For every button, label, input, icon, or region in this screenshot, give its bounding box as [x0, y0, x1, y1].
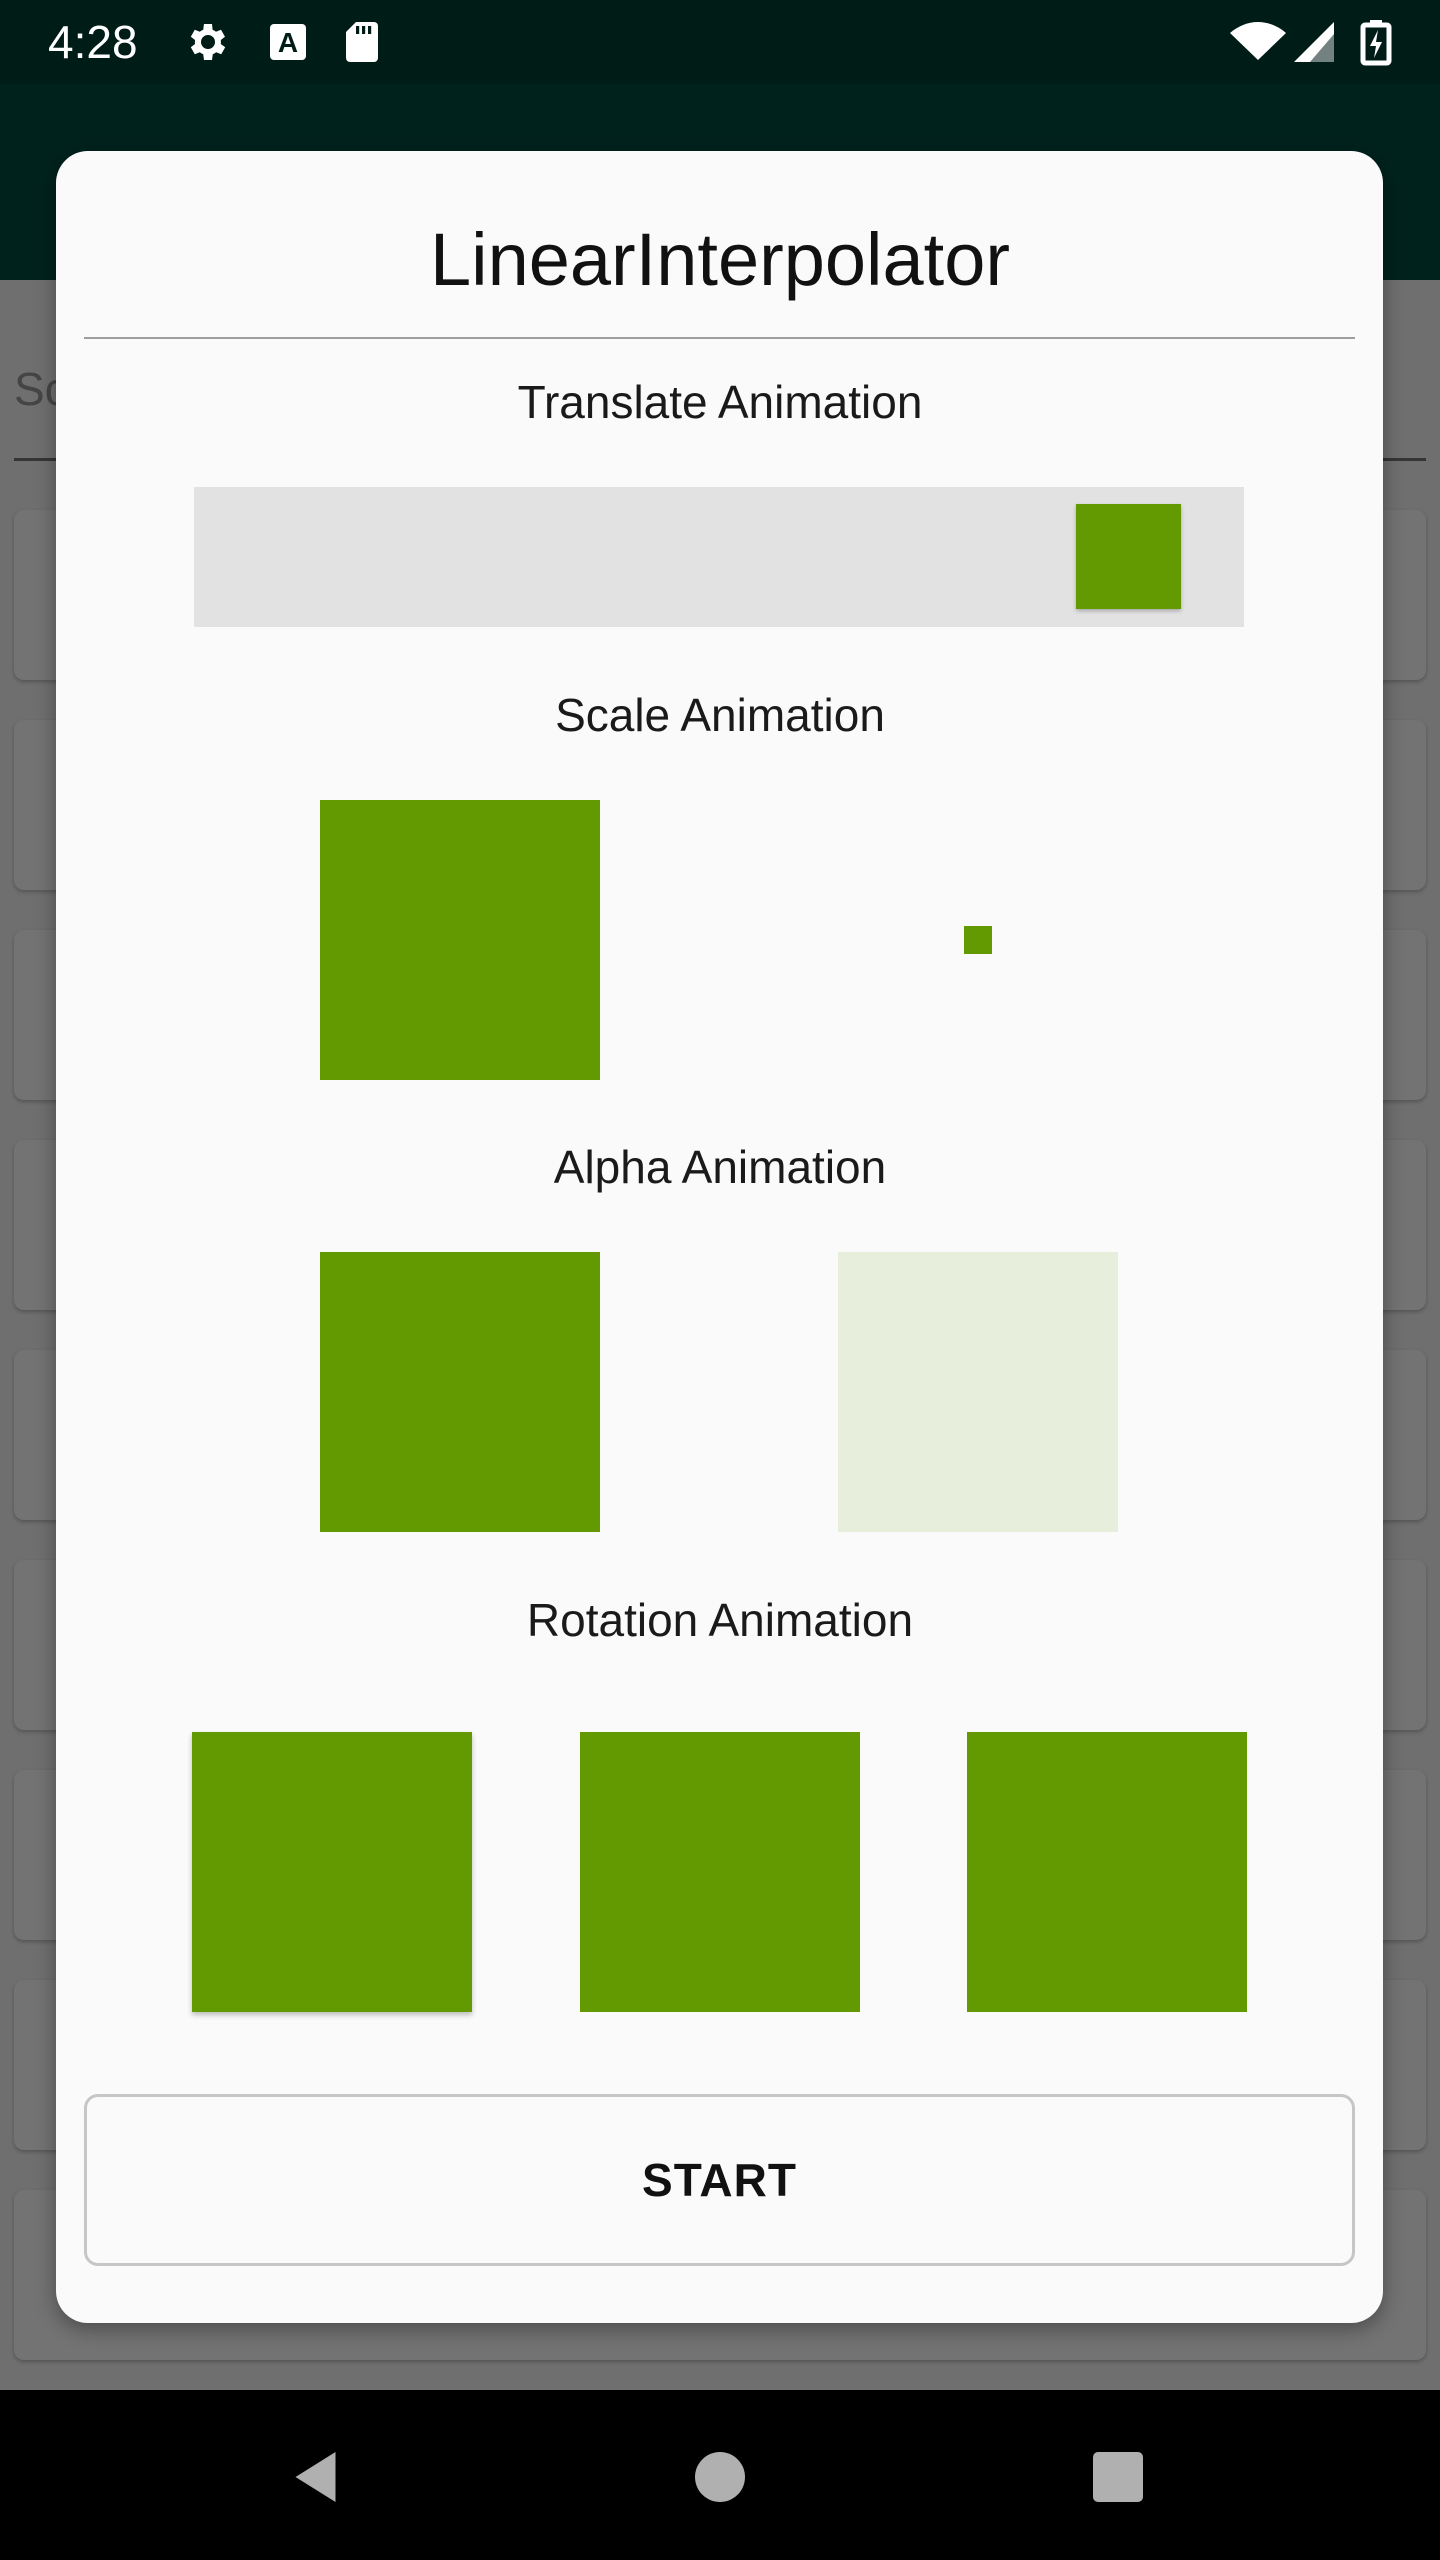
screen: Sc 4:28 A	[0, 0, 1440, 2560]
scale-animation-label: Scale Animation	[555, 689, 885, 741]
rotation-animation-label: Rotation Animation	[526, 1594, 914, 1646]
alpha-square-opaque	[320, 1252, 600, 1532]
rotation-square	[967, 1732, 1247, 2012]
sd-card-icon	[346, 22, 378, 62]
status-time: 4:28	[48, 16, 138, 68]
svg-text:A: A	[278, 27, 298, 58]
battery-charging-icon	[1360, 20, 1392, 66]
gear-icon	[190, 24, 226, 60]
rotation-square	[192, 1732, 472, 2012]
rotation-square	[580, 1732, 860, 2012]
status-bar: 4:28 A	[0, 0, 1440, 84]
cell-signal-icon	[1294, 22, 1334, 62]
translate-square	[1076, 504, 1182, 609]
translate-track	[194, 487, 1244, 627]
translate-animation-label: Translate Animation	[517, 376, 923, 428]
alpha-square-faded	[838, 1252, 1118, 1532]
title-divider	[84, 337, 1355, 339]
recents-icon[interactable]	[1088, 2447, 1148, 2507]
dialog-title: LinearInterpolator	[429, 218, 1011, 301]
scale-square-start	[320, 800, 600, 1080]
wifi-icon	[1230, 22, 1286, 60]
scale-square-end	[964, 926, 992, 954]
text-a-icon: A	[270, 24, 306, 60]
home-icon[interactable]	[690, 2447, 750, 2507]
start-button[interactable]: START	[84, 2094, 1355, 2266]
back-icon[interactable]	[288, 2447, 348, 2507]
alpha-animation-label: Alpha Animation	[553, 1141, 887, 1193]
